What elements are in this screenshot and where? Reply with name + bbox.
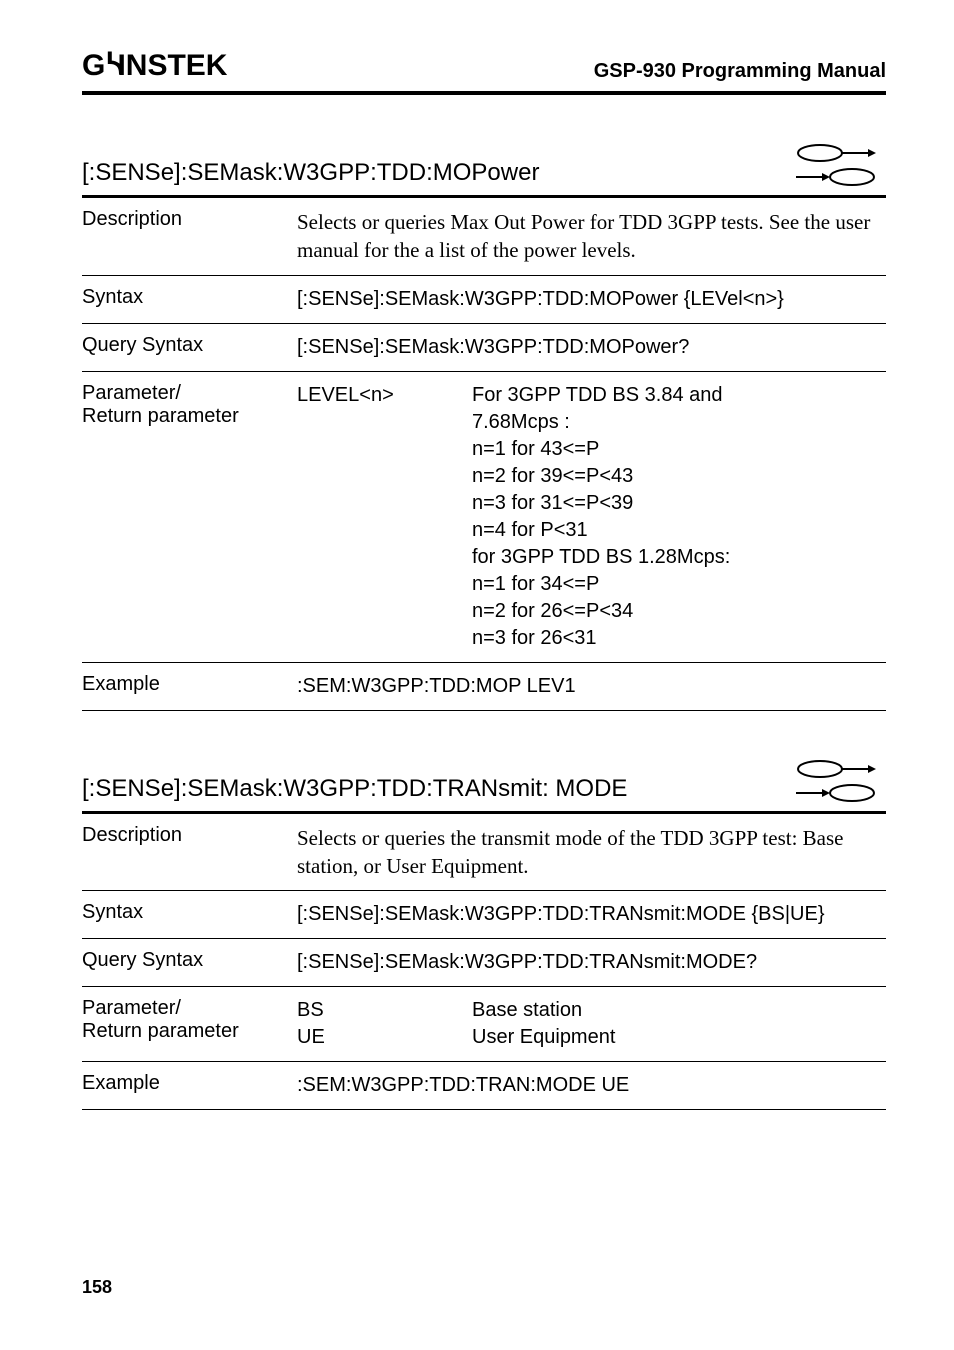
- example-text: :SEM:W3GPP:TDD:TRAN:MODE UE: [297, 1062, 886, 1110]
- example-label: Example: [82, 1062, 297, 1110]
- query-icon: [796, 167, 876, 187]
- syntax-text: [:SENSe]:SEMask:W3GPP:TDD:MOPower {LEVel…: [297, 275, 886, 323]
- query-syntax-text: [:SENSe]:SEMask:W3GPP:TDD:MOPower?: [297, 323, 886, 371]
- param-line: n=2 for 26<=P<34: [472, 598, 730, 625]
- description-text: Selects or queries the transmit mode of …: [297, 814, 886, 891]
- param-line: n=1 for 34<=P: [472, 571, 730, 598]
- command-type-icons: [796, 759, 876, 803]
- param-line: 7.68Mcps :: [472, 409, 730, 436]
- brand-logo: GᓴINSTEK: [82, 48, 227, 83]
- query-syntax-text: [:SENSe]:SEMask:W3GPP:TDD:TRANsmit:MODE?: [297, 939, 886, 987]
- param-label-line2: Return parameter: [82, 1020, 239, 1042]
- parameter-label: Parameter/ Return parameter: [82, 371, 297, 662]
- example-label: Example: [82, 662, 297, 710]
- page-header: GᓴINSTEK GSP-930 Programming Manual: [82, 48, 886, 89]
- manual-title: GSP-930 Programming Manual: [594, 60, 886, 83]
- parameter-cell: BS Base station UE User Equipment: [297, 987, 886, 1062]
- param-line: n=4 for P<31: [472, 517, 730, 544]
- param-label-line2: Return parameter: [82, 405, 239, 427]
- param-description: User Equipment: [472, 1024, 615, 1051]
- param-name: UE: [297, 1024, 472, 1051]
- set-icon: [796, 759, 876, 779]
- query-syntax-label: Query Syntax: [82, 323, 297, 371]
- syntax-label: Syntax: [82, 275, 297, 323]
- param-name: BS: [297, 997, 472, 1024]
- parameter-label: Parameter/ Return parameter: [82, 987, 297, 1062]
- command-table: Description Selects or queries the trans…: [82, 814, 886, 1111]
- description-text: Selects or queries Max Out Power for TDD…: [297, 198, 886, 275]
- param-description: Base station: [472, 997, 582, 1024]
- param-line: for 3GPP TDD BS 1.28Mcps:: [472, 544, 730, 571]
- param-line: n=2 for 39<=P<43: [472, 463, 730, 490]
- parameter-cell: LEVEL<n> For 3GPP TDD BS 3.84 and 7.68Mc…: [297, 371, 886, 662]
- param-label-line1: Parameter/: [82, 382, 181, 404]
- param-description: For 3GPP TDD BS 3.84 and 7.68Mcps : n=1 …: [472, 382, 730, 652]
- command-type-icons: [796, 143, 876, 187]
- param-line: n=1 for 43<=P: [472, 436, 730, 463]
- param-line: For 3GPP TDD BS 3.84 and: [472, 382, 730, 409]
- query-icon: [796, 783, 876, 803]
- syntax-text: [:SENSe]:SEMask:W3GPP:TDD:TRANsmit:MODE …: [297, 891, 886, 939]
- example-text: :SEM:W3GPP:TDD:MOP LEV1: [297, 662, 886, 710]
- command-section-transmit-mode: [:SENSe]:SEMask:W3GPP:TDD:TRANsmit: MODE…: [82, 759, 886, 1111]
- param-line: n=3 for 26<31: [472, 625, 730, 652]
- header-rule: [82, 91, 886, 95]
- command-heading: [:SENSe]:SEMask:W3GPP:TDD:MOPower: [82, 159, 539, 187]
- param-label-line1: Parameter/: [82, 997, 181, 1019]
- command-table: Description Selects or queries Max Out P…: [82, 198, 886, 711]
- command-heading: [:SENSe]:SEMask:W3GPP:TDD:TRANsmit: MODE: [82, 775, 627, 803]
- set-icon: [796, 143, 876, 163]
- syntax-label: Syntax: [82, 891, 297, 939]
- query-syntax-label: Query Syntax: [82, 939, 297, 987]
- param-line: n=3 for 31<=P<39: [472, 490, 730, 517]
- command-section-mopower: [:SENSe]:SEMask:W3GPP:TDD:MOPower Descri…: [82, 143, 886, 711]
- param-name: LEVEL<n>: [297, 382, 472, 652]
- description-label: Description: [82, 814, 297, 891]
- page-number: 158: [82, 1277, 112, 1298]
- description-label: Description: [82, 198, 297, 275]
